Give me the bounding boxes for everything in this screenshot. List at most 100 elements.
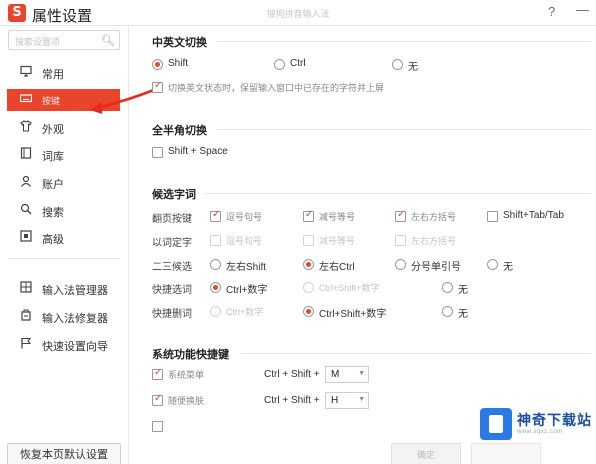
checkbox-indicator: [152, 147, 163, 158]
option-label: 左右Shift: [226, 262, 267, 273]
sidebar-item-label: 常用: [42, 69, 64, 81]
settings-search-input[interactable]: 搜索设置项 🔍︎: [8, 30, 120, 50]
radio-indicator: [442, 282, 453, 293]
sidebar-item-appearance[interactable]: 外观: [0, 117, 128, 137]
sidebar-item-dictionary[interactable]: 词库: [0, 144, 128, 164]
radio-indicator: [210, 259, 221, 270]
checkbox-indicator: [152, 80, 163, 93]
option-label: 逗号句号: [226, 212, 263, 222]
option-label: 逗号句号: [226, 236, 263, 246]
sidebar-item-account[interactable]: 账户: [0, 172, 128, 192]
chevron-down-icon: ▼: [358, 396, 365, 403]
center-title: 搜狗拼音输入法: [266, 9, 330, 19]
option-label: Shift: [168, 58, 189, 69]
hotkey-key-select-system-menu[interactable]: M ▼: [325, 366, 369, 383]
advanced-icon: [19, 230, 33, 244]
title-bar: S 属性设置 搜狗拼音输入法 ? —: [0, 0, 596, 26]
option-label: 无: [503, 262, 513, 273]
radio-indicator: [152, 59, 163, 70]
sidebar-item-label: 外观: [42, 124, 64, 136]
sidebar-item-label: 词库: [42, 151, 64, 163]
option-label: 无: [458, 285, 468, 296]
sidebar-item-label: 按键: [42, 96, 61, 106]
monitor-icon: [19, 65, 33, 79]
row-label-second-third: 二三候选: [152, 262, 192, 273]
ok-button[interactable]: 确定: [391, 443, 461, 464]
checkbox-indicator: [303, 209, 314, 222]
book-icon: [19, 147, 33, 161]
repair-icon: [19, 309, 33, 323]
radio-indicator: [303, 259, 314, 270]
sidebar-tool-ime-repair[interactable]: 输入法修复器: [0, 306, 128, 326]
checkbox-indicator: [152, 421, 163, 432]
chevron-down-icon: ▼: [358, 370, 365, 377]
option-label: 切换英文状态时，保留输入窗口中已存在的字符并上屏: [168, 83, 385, 93]
sidebar-item-label: 搜索: [42, 207, 64, 219]
option-label: Ctrl+数字: [226, 285, 268, 296]
option-label: 分号单引号: [411, 262, 461, 273]
checkbox-indicator: [395, 209, 406, 222]
sidebar-tool-ime-manager[interactable]: 输入法管理器: [0, 278, 128, 298]
select-value: M: [331, 369, 340, 380]
option-label: Ctrl: [290, 58, 306, 69]
help-button[interactable]: ?: [548, 4, 555, 19]
manager-icon: [19, 281, 33, 295]
option-label: 无: [408, 62, 418, 73]
restore-defaults-button[interactable]: 恢复本页默认设置: [7, 443, 121, 464]
sidebar-item-label: 高级: [42, 234, 64, 246]
radio-indicator: [442, 306, 453, 317]
cancel-button[interactable]: [471, 443, 541, 464]
hotkey-key-select-skin[interactable]: H ▼: [325, 392, 369, 409]
search-icon: [19, 203, 33, 217]
radio-indicator: [210, 282, 221, 293]
watermark-name: 神奇下载站: [517, 412, 592, 428]
radio-indicator: [487, 259, 498, 270]
select-value: H: [331, 395, 339, 406]
sidebar-divider: [8, 258, 120, 259]
option-label: Ctrl+Shift+数字: [319, 283, 380, 293]
checkbox-indicator: [395, 235, 406, 246]
section-divider: [217, 129, 591, 130]
checkbox-indicator: [152, 393, 163, 406]
option-label: Shift + Space: [168, 146, 228, 157]
radio-indicator: [303, 306, 314, 317]
section-title-cn-en: 中英文切换: [152, 37, 207, 49]
minimize-button[interactable]: —: [576, 2, 589, 17]
hotkey-combo-text: Ctrl + Shift +: [264, 369, 320, 380]
section-title-hotkeys: 系统功能快捷键: [152, 349, 229, 361]
row-label-page-keys: 翻页按键: [152, 214, 192, 225]
option-label: Ctrl+数字: [226, 307, 264, 317]
option-label: 左右Ctrl: [319, 262, 355, 273]
option-label: 减号等号: [319, 212, 356, 222]
settings-panel: 中英文切换 Shift Ctrl 无 切换英文状态时，保留输入窗口中已存在的字符…: [129, 26, 596, 464]
checkbox-indicator: [487, 211, 498, 222]
row-label-quick-select: 快捷选词: [152, 285, 192, 296]
user-icon: [19, 175, 33, 189]
site-watermark: 神奇下载站 www.sqxz.com: [476, 405, 596, 441]
section-title-candidate: 候选字词: [152, 189, 196, 201]
option-label: 减号等号: [319, 236, 356, 246]
flag-icon: [19, 337, 33, 351]
radio-indicator: [392, 59, 403, 70]
row-label-quick-delete: 快捷删词: [152, 309, 192, 320]
sidebar-item-search[interactable]: 搜索: [0, 200, 128, 220]
option-label: Ctrl+Shift+数字: [319, 309, 387, 320]
watermark-url: www.sqxz.com: [517, 429, 563, 435]
shirt-icon: [19, 120, 33, 134]
checkbox-indicator: [303, 235, 314, 246]
sidebar-item-advanced[interactable]: 高级: [0, 227, 128, 247]
checkbox-indicator: [152, 367, 163, 380]
section-divider: [241, 353, 591, 354]
option-label: 左右方括号: [411, 212, 457, 222]
sidebar-tool-label: 输入法管理器: [42, 285, 108, 297]
search-icon[interactable]: 🔍︎: [101, 34, 115, 47]
checkbox-indicator: [210, 209, 221, 222]
section-divider: [205, 193, 591, 194]
option-label: 随便换肤: [168, 396, 205, 406]
section-title-full-half: 全半角切换: [152, 125, 207, 137]
option-label: Shift+Tab/Tab: [503, 210, 564, 221]
option-label: 无: [458, 309, 468, 320]
radio-indicator: [274, 59, 285, 70]
sidebar-tool-quick-wizard[interactable]: 快速设置向导: [0, 334, 128, 354]
sidebar-item-general[interactable]: 常用: [0, 62, 128, 82]
